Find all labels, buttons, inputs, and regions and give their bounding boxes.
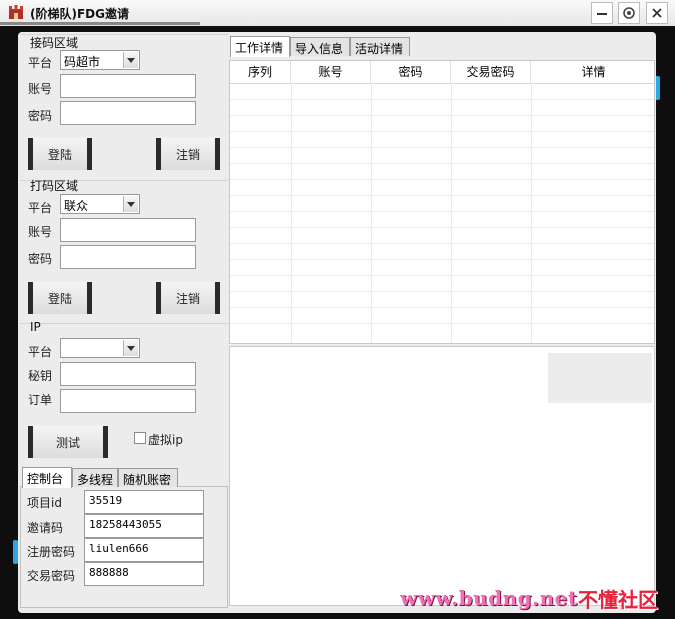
grid-row-line [230,147,654,148]
close-icon [652,8,662,18]
captcha-group-title: 打码区域 [30,179,79,193]
register-password-input[interactable]: liulen666 [84,538,204,562]
ip-group-title: IP [30,320,41,334]
title-underline [0,22,200,25]
receive-logout-button[interactable]: 注销 [156,138,220,170]
title-bar[interactable]: (阶梯队)FDG邀请 [0,0,675,26]
grid-row-line [230,243,654,244]
receive-account-label: 账号 [28,82,53,96]
tab-random-credentials-label: 随机账密 [123,473,172,487]
column-header-details[interactable]: 详情 [531,61,654,83]
captcha-login-button[interactable]: 登陆 [28,282,92,314]
tab-activity-details[interactable]: 活动详情 [350,37,410,56]
grid-divider [371,83,372,343]
receive-group-title: 接码区域 [30,36,79,50]
invite-code-input[interactable]: 18258443055 [84,514,204,538]
tab-multithread-label: 多线程 [77,473,114,487]
grid-header: 序列 账号 密码 交易密码 详情 [230,61,654,84]
trade-password-input[interactable]: 888888 [84,562,204,586]
grid-row-line [230,179,654,180]
castle-icon [9,5,23,19]
virtual-ip-checkbox[interactable] [134,432,146,444]
status-panel [548,353,652,403]
column-header-password[interactable]: 密码 [371,61,451,83]
close-button[interactable] [646,2,668,24]
receive-password-input[interactable] [60,101,196,125]
column-header-account[interactable]: 账号 [291,61,371,83]
grid-row-line [230,291,654,292]
tab-import-info[interactable]: 导入信息 [290,37,350,56]
ip-key-input[interactable] [60,362,196,386]
grid-row-line [230,99,654,100]
captcha-login-label: 登陆 [47,291,72,306]
chevron-down-icon [123,52,138,68]
ip-platform-select[interactable] [60,338,140,358]
grid-divider [291,83,292,343]
receive-platform-label: 平台 [28,56,53,70]
tab-work-details-label: 工作详情 [235,41,284,55]
captcha-platform-value: 联众 [64,199,89,213]
receive-login-label: 登陆 [47,147,72,162]
receive-account-input[interactable] [60,74,196,98]
grid-row-line [230,227,654,228]
captcha-password-label: 密码 [28,252,53,266]
column-header-index[interactable]: 序列 [230,61,291,83]
grid-row-line [230,259,654,260]
project-id-label: 项目id [27,496,62,510]
grid-row-line [230,131,654,132]
register-password-label: 注册密码 [27,545,76,559]
captcha-account-input[interactable] [60,218,196,242]
captcha-platform-select[interactable]: 联众 [60,194,140,214]
ip-key-label: 秘钥 [28,369,53,383]
project-id-input[interactable]: 35519 [84,490,204,514]
grid-row-line [230,275,654,276]
tab-multithread[interactable]: 多线程 [72,468,118,487]
tab-console[interactable]: 控制台 [22,467,72,488]
column-header-trade-password[interactable]: 交易密码 [451,61,531,83]
minimize-button[interactable] [591,2,613,24]
ip-order-input[interactable] [60,389,196,413]
receive-login-button[interactable]: 登陆 [28,138,92,170]
grid-row-line [230,163,654,164]
receive-logout-label: 注销 [175,147,200,162]
trade-password-label: 交易密码 [27,569,76,583]
grid-divider [451,83,452,343]
ip-test-button[interactable]: 测试 [28,426,108,458]
grid-row-line [230,195,654,196]
ip-test-label: 测试 [55,435,80,450]
chevron-down-icon [123,340,138,356]
work-grid[interactable]: 序列 账号 密码 交易密码 详情 [229,60,655,344]
captcha-logout-button[interactable]: 注销 [156,282,220,314]
grid-row-line [230,211,654,212]
ip-order-label: 订单 [28,393,53,407]
invite-code-label: 邀请码 [27,521,64,535]
grid-row-line [230,115,654,116]
captcha-password-input[interactable] [60,245,196,269]
window-title: (阶梯队)FDG邀请 [30,7,129,21]
tab-console-label: 控制台 [27,472,64,486]
virtual-ip-label: 虚拟ip [148,433,183,447]
tab-activity-details-label: 活动详情 [355,42,404,56]
receive-platform-value: 码超市 [64,55,101,69]
captcha-account-label: 账号 [28,225,53,239]
receive-platform-select[interactable]: 码超市 [60,50,140,70]
tab-import-info-label: 导入信息 [295,42,344,56]
watermark-name: 不懂社区 [578,588,658,612]
watermark-url: www.budng.net [400,586,578,610]
grid-row-line [230,323,654,324]
chevron-down-icon [123,196,138,212]
minimize-icon [597,13,607,15]
captcha-platform-label: 平台 [28,201,53,215]
grid-divider [531,83,532,343]
tab-work-details[interactable]: 工作详情 [230,36,290,57]
gear-icon [623,7,635,19]
captcha-logout-label: 注销 [175,291,200,306]
grid-row-line [230,307,654,308]
settings-button[interactable] [618,2,640,24]
receive-password-label: 密码 [28,109,53,123]
ip-platform-label: 平台 [28,345,53,359]
tab-random-credentials[interactable]: 随机账密 [118,468,178,487]
